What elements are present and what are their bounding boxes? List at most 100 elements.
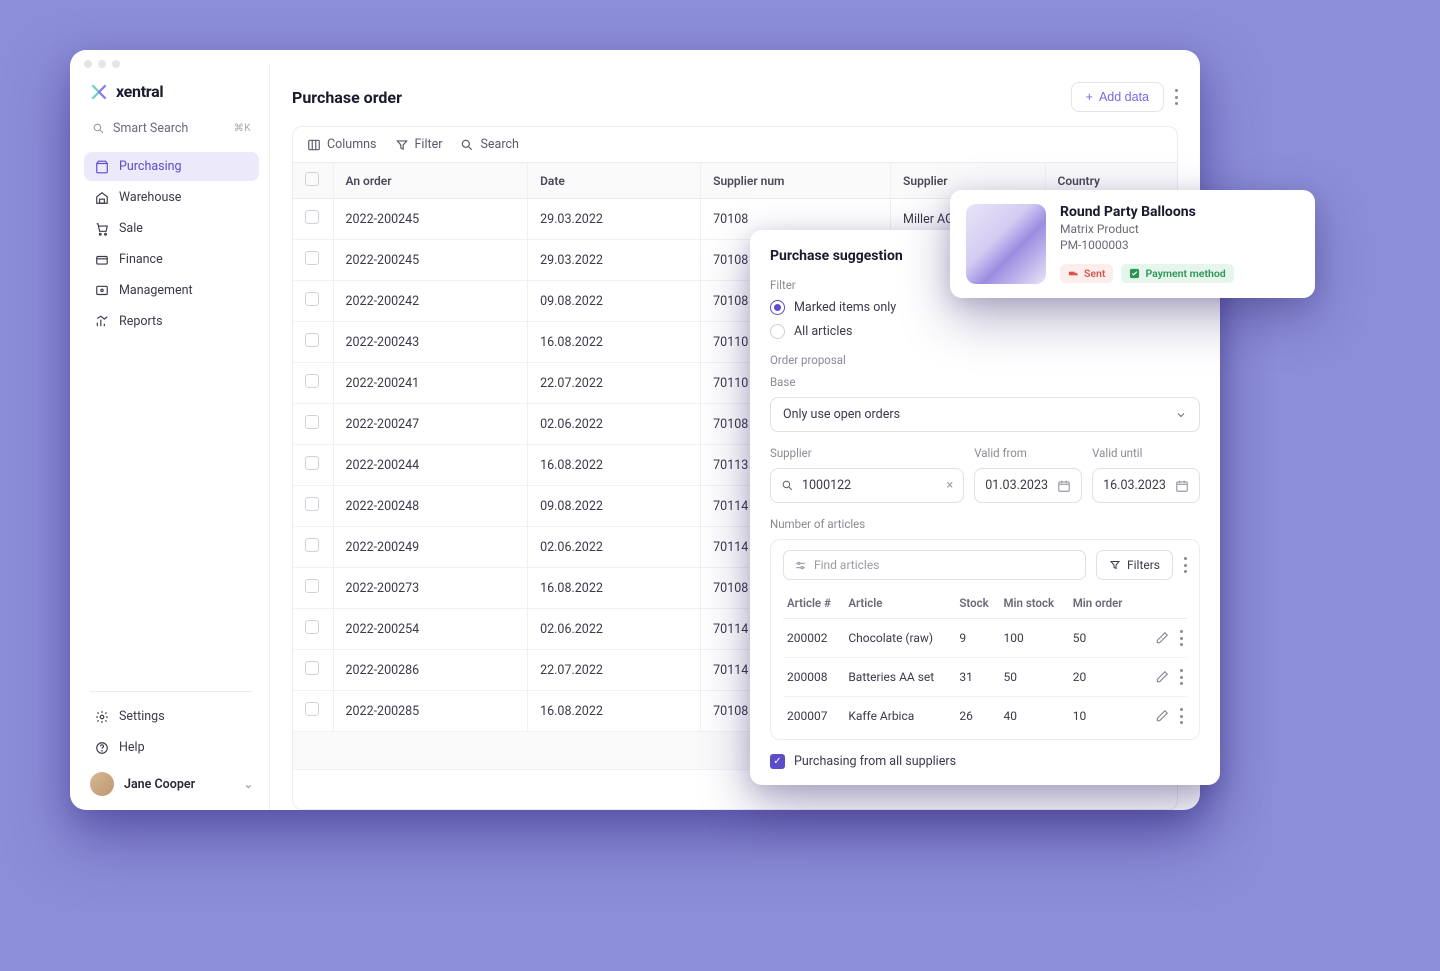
add-data-button[interactable]: + Add data — [1071, 82, 1164, 112]
sidebar-item-label: Settings — [119, 709, 165, 724]
row-checkbox[interactable] — [305, 333, 319, 347]
row-checkbox[interactable] — [305, 702, 319, 716]
row-checkbox[interactable] — [305, 292, 319, 306]
columns-button[interactable]: Columns — [307, 137, 377, 152]
sidebar-item-label: Help — [119, 740, 145, 755]
select-all-checkbox[interactable] — [305, 172, 319, 186]
cell-date: 29.03.2022 — [528, 199, 701, 240]
filters-button[interactable]: Filters — [1096, 550, 1173, 580]
articles-more-button[interactable] — [1183, 557, 1187, 573]
logo: xentral — [84, 82, 259, 115]
row-checkbox[interactable] — [305, 579, 319, 593]
search-button[interactable]: Search — [460, 137, 518, 152]
supplier-input[interactable]: 1000122 × — [770, 468, 964, 503]
cell-order: 2022-200286 — [333, 650, 528, 691]
cell-stock: 26 — [955, 697, 999, 736]
smart-search[interactable]: Smart Search ⌘K — [84, 115, 259, 142]
cell-order: 2022-200273 — [333, 568, 528, 609]
row-checkbox[interactable] — [305, 374, 319, 388]
columns-icon — [307, 138, 321, 152]
cell-date: 02.06.2022 — [528, 527, 701, 568]
cell-min-order: 50 — [1069, 619, 1137, 658]
cell-stock: 31 — [955, 658, 999, 697]
valid-from-input[interactable]: 01.03.2023 — [974, 468, 1082, 503]
sidebar-item-sale[interactable]: Sale — [84, 214, 259, 243]
smart-search-kbd: ⌘K — [234, 123, 251, 134]
cell-min-stock: 40 — [999, 697, 1068, 736]
radio-label: All articles — [794, 324, 852, 339]
cell-order: 2022-200244 — [333, 445, 528, 486]
th-art-num: Article # — [783, 588, 844, 619]
warehouse-icon — [94, 190, 109, 205]
all-suppliers-checkbox[interactable]: ✓ Purchasing from all suppliers — [770, 754, 1200, 769]
sidebar-item-reports[interactable]: Reports — [84, 307, 259, 336]
th-supplier-num[interactable]: Supplier num — [701, 163, 891, 199]
radio-marked-only[interactable]: Marked items only — [770, 300, 1200, 315]
row-more-icon[interactable] — [1179, 630, 1183, 646]
row-checkbox[interactable] — [305, 456, 319, 470]
cell-min-stock: 50 — [999, 658, 1068, 697]
search-label: Search — [480, 137, 518, 152]
row-checkbox[interactable] — [305, 661, 319, 675]
edit-icon[interactable] — [1155, 670, 1169, 684]
purchase-suggestion-panel: Purchase suggestion Filter Marked items … — [750, 230, 1220, 785]
nav: Purchasing Warehouse Sale Finance Manage… — [84, 152, 259, 336]
adjust-icon — [794, 559, 807, 572]
find-articles-placeholder: Find articles — [814, 558, 879, 572]
filter-icon — [395, 138, 409, 152]
row-checkbox[interactable] — [305, 210, 319, 224]
chevron-down-icon — [1175, 409, 1187, 421]
cell-art-num: 200008 — [783, 658, 844, 697]
row-checkbox[interactable] — [305, 620, 319, 634]
sidebar-item-warehouse[interactable]: Warehouse — [84, 183, 259, 212]
more-actions-button[interactable] — [1174, 89, 1178, 105]
th-min-stock: Min stock — [999, 588, 1068, 619]
cell-date: 16.08.2022 — [528, 568, 701, 609]
filter-button[interactable]: Filter — [395, 137, 443, 152]
row-more-icon[interactable] — [1179, 708, 1183, 724]
sidebar: xentral Smart Search ⌘K Purchasing Wareh… — [70, 64, 270, 810]
article-row: 200007 Kaffe Arbica 26 40 10 — [783, 697, 1187, 736]
row-more-icon[interactable] — [1179, 669, 1183, 685]
cell-art-name: Batteries AA set — [844, 658, 955, 697]
sidebar-item-label: Finance — [119, 252, 163, 267]
all-suppliers-label: Purchasing from all suppliers — [794, 754, 956, 769]
th-date[interactable]: Date — [528, 163, 701, 199]
sidebar-item-help[interactable]: Help — [84, 733, 259, 762]
reports-icon — [94, 314, 109, 329]
product-sku: PM-1000003 — [1060, 238, 1299, 252]
cell-date: 22.07.2022 — [528, 363, 701, 404]
supplier-label: Supplier — [770, 446, 964, 460]
sidebar-item-settings[interactable]: Settings — [84, 702, 259, 731]
search-icon — [781, 479, 794, 492]
chevron-down-icon: ⌄ — [244, 778, 253, 791]
find-articles-input[interactable]: Find articles — [783, 550, 1086, 580]
sidebar-item-management[interactable]: Management — [84, 276, 259, 305]
page-header: Purchase order + Add data — [292, 82, 1178, 112]
sidebar-item-purchasing[interactable]: Purchasing — [84, 152, 259, 181]
row-checkbox[interactable] — [305, 538, 319, 552]
article-row: 200002 Chocolate (raw) 9 100 50 — [783, 619, 1187, 658]
row-checkbox[interactable] — [305, 251, 319, 265]
sidebar-item-label: Reports — [119, 314, 163, 329]
edit-icon[interactable] — [1155, 709, 1169, 723]
sidebar-item-label: Management — [119, 283, 193, 298]
row-checkbox[interactable] — [305, 415, 319, 429]
sidebar-item-finance[interactable]: Finance — [84, 245, 259, 274]
articles-box: Find articles Filters Article # Article … — [770, 539, 1200, 740]
logo-icon — [90, 83, 108, 101]
base-label: Base — [770, 375, 1200, 389]
smart-search-label: Smart Search — [113, 121, 188, 136]
valid-until-input[interactable]: 16.03.2023 — [1092, 468, 1200, 503]
valid-until-label: Valid until — [1092, 446, 1200, 460]
base-select[interactable]: Only use open orders — [770, 397, 1200, 432]
edit-icon[interactable] — [1155, 631, 1169, 645]
user-menu[interactable]: Jane Cooper ⌄ — [84, 764, 259, 798]
valid-from-label: Valid from — [974, 446, 1082, 460]
th-order[interactable]: An order — [333, 163, 528, 199]
radio-all-articles[interactable]: All articles — [770, 324, 1200, 339]
filters-label: Filters — [1127, 558, 1160, 572]
row-checkbox[interactable] — [305, 497, 319, 511]
cell-order: 2022-200285 — [333, 691, 528, 732]
clear-icon[interactable]: × — [947, 478, 954, 493]
